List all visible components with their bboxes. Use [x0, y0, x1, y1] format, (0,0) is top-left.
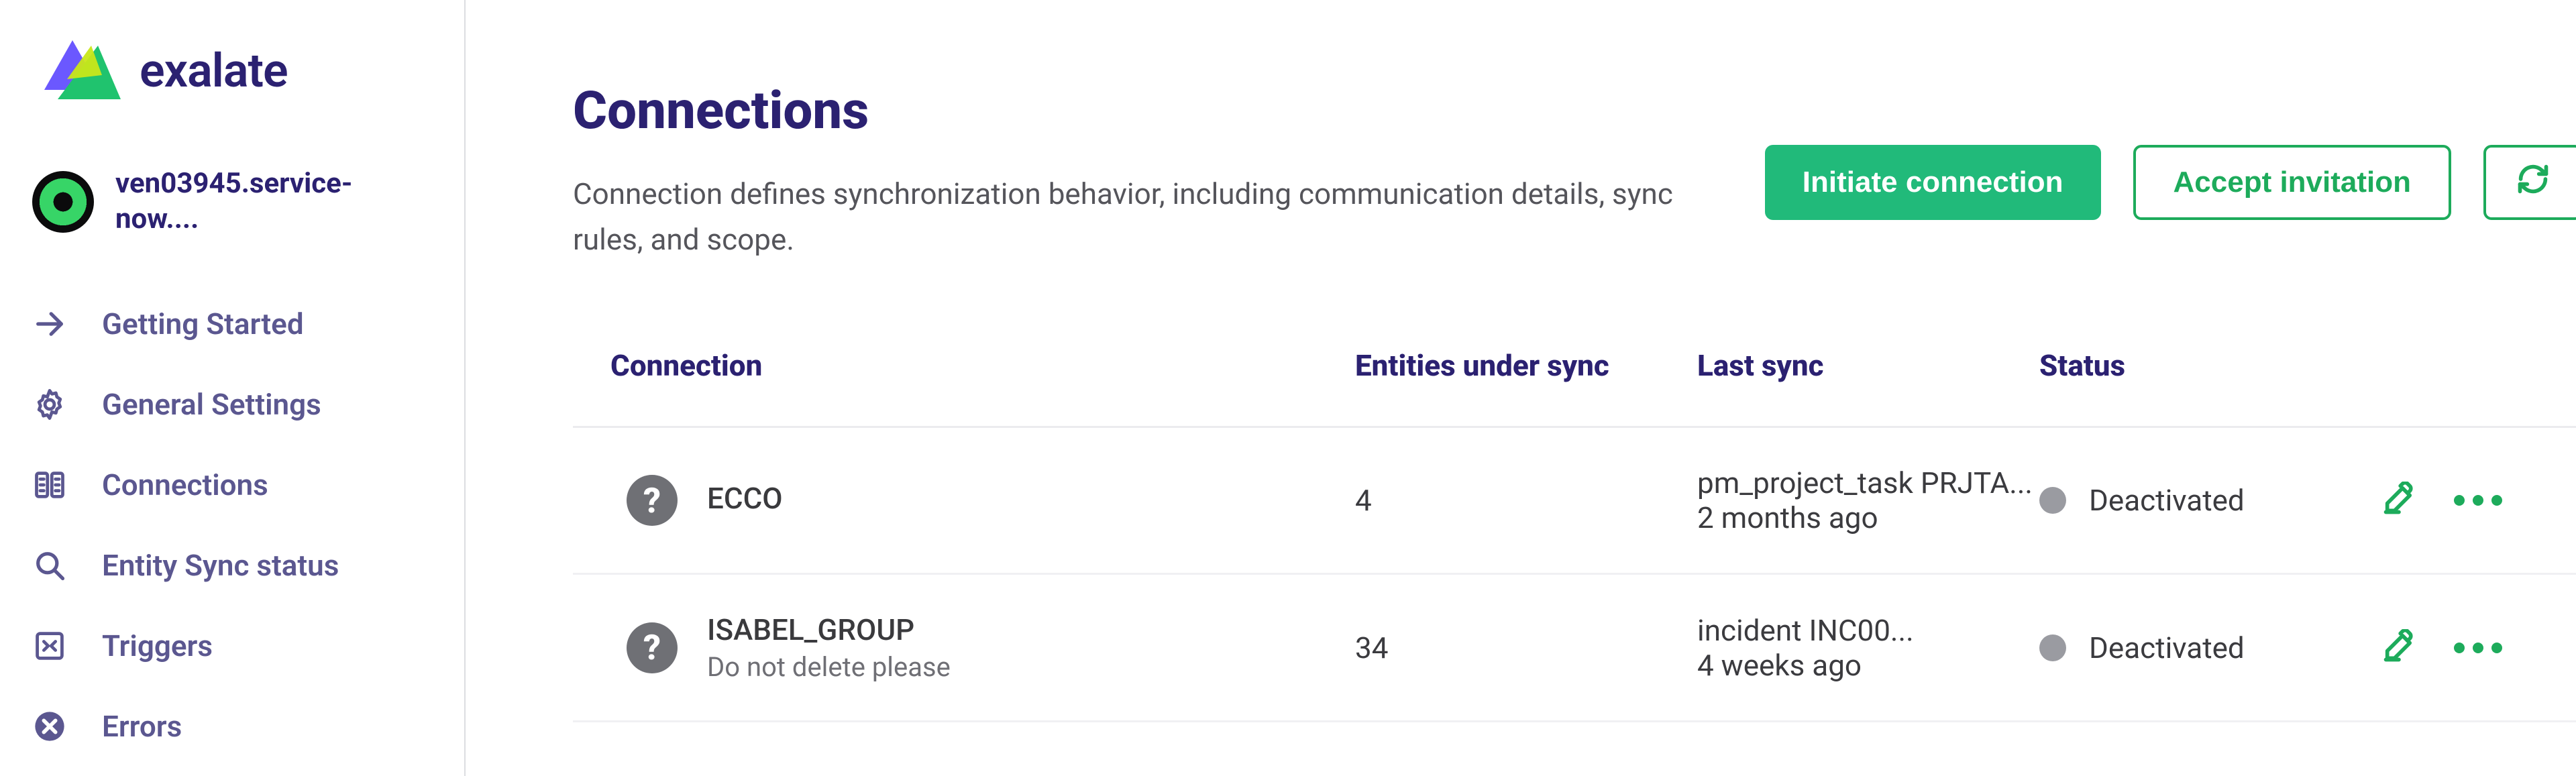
search-icon: [32, 548, 67, 583]
dot-icon: [2473, 643, 2483, 653]
dot-icon: [2454, 495, 2465, 506]
th-entities: Entities under sync: [1355, 348, 1697, 383]
dot-icon: [2491, 495, 2502, 506]
status-label: Deactivated: [2089, 483, 2245, 518]
connection-name: ISABEL_GROUP: [707, 612, 951, 647]
lastsync-time: 2 months ago: [1697, 500, 2039, 535]
sidebar-item-label: Connections: [102, 467, 268, 502]
dot-icon: [2454, 643, 2465, 653]
sidebar-item-general-settings[interactable]: General Settings: [32, 387, 432, 422]
more-button[interactable]: [2454, 643, 2502, 653]
lastsync-cell: incident INC00... 4 weeks ago: [1697, 613, 2039, 683]
gear-icon: [32, 387, 67, 422]
dot-icon: [2491, 643, 2502, 653]
help-icon[interactable]: ?: [627, 622, 678, 673]
lastsync-title: incident INC00...: [1697, 613, 2039, 648]
help-icon[interactable]: ?: [627, 475, 678, 526]
sidebar-item-label: Errors: [102, 709, 182, 744]
account-block[interactable]: ven03945.service-now....: [32, 166, 432, 237]
table-row: ? ISABEL_GROUP Do not delete please 34 i…: [573, 575, 2576, 722]
row-actions: [2381, 629, 2576, 667]
status-cell: Deactivated: [2039, 483, 2381, 518]
connection-cell: ? ISABEL_GROUP Do not delete please: [610, 612, 1355, 683]
account-label: ven03945.service-now....: [115, 166, 411, 237]
connections-table: Connection Entities under sync Last sync…: [573, 348, 2576, 722]
row-actions: [2381, 482, 2576, 519]
entities-cell: 34: [1355, 630, 1697, 665]
avatar-icon: [32, 171, 94, 233]
page-title: Connections: [573, 80, 1722, 142]
lastsync-title: pm_project_task PRJTA...: [1697, 465, 2039, 500]
page-subtitle: Connection defines synchronization behav…: [573, 171, 1722, 262]
connections-icon: [32, 467, 67, 502]
logo-text: exalate: [140, 44, 288, 99]
page-header: Connections Connection defines synchroni…: [573, 80, 2576, 262]
sidebar-item-label: Getting Started: [102, 307, 304, 341]
logo: exalate: [32, 38, 432, 105]
connection-desc: Do not delete please: [707, 651, 951, 683]
status-dot-icon: [2039, 634, 2066, 661]
sidebar-item-getting-started[interactable]: Getting Started: [32, 307, 432, 341]
accept-invitation-button[interactable]: Accept invitation: [2133, 145, 2452, 220]
app-root: exalate ven03945.service-now.... Getting…: [0, 0, 2576, 776]
edit-button[interactable]: [2381, 482, 2416, 519]
sidebar-item-label: Triggers: [102, 628, 213, 663]
sidebar-item-entity-sync-status[interactable]: Entity Sync status: [32, 548, 432, 583]
status-cell: Deactivated: [2039, 630, 2381, 665]
lastsync-cell: pm_project_task PRJTA... 2 months ago: [1697, 465, 2039, 535]
refresh-button[interactable]: [2483, 145, 2576, 220]
table-row: ? ECCO 4 pm_project_task PRJTA... 2 mont…: [573, 428, 2576, 575]
th-lastsync: Last sync: [1697, 348, 2039, 383]
sidebar-nav: Getting Started General Settings: [32, 307, 432, 744]
arrow-right-icon: [32, 307, 67, 341]
title-block: Connections Connection defines synchroni…: [573, 80, 1722, 262]
th-connection: Connection: [610, 348, 1355, 383]
sidebar: exalate ven03945.service-now.... Getting…: [0, 0, 466, 776]
logo-mark-icon: [32, 38, 123, 105]
triggers-icon: [32, 628, 67, 663]
sidebar-item-label: General Settings: [102, 387, 321, 422]
header-actions: Initiate connection Accept invitation: [1765, 145, 2576, 220]
th-status: Status: [2039, 348, 2381, 383]
status-dot-icon: [2039, 487, 2066, 514]
table-header: Connection Entities under sync Last sync…: [573, 348, 2576, 428]
refresh-icon: [2516, 162, 2551, 204]
connection-name: ECCO: [707, 481, 783, 516]
sidebar-item-errors[interactable]: Errors: [32, 709, 432, 744]
main: Connections Connection defines synchroni…: [466, 0, 2576, 776]
more-button[interactable]: [2454, 495, 2502, 506]
status-label: Deactivated: [2089, 630, 2245, 665]
error-icon: [32, 709, 67, 744]
sidebar-item-connections[interactable]: Connections: [32, 467, 432, 502]
entities-cell: 4: [1355, 483, 1697, 518]
dot-icon: [2473, 495, 2483, 506]
sidebar-item-label: Entity Sync status: [102, 548, 339, 583]
edit-button[interactable]: [2381, 629, 2416, 667]
initiate-connection-button[interactable]: Initiate connection: [1765, 145, 2101, 220]
sidebar-item-triggers[interactable]: Triggers: [32, 628, 432, 663]
lastsync-time: 4 weeks ago: [1697, 648, 2039, 683]
connection-cell: ? ECCO: [610, 475, 1355, 526]
